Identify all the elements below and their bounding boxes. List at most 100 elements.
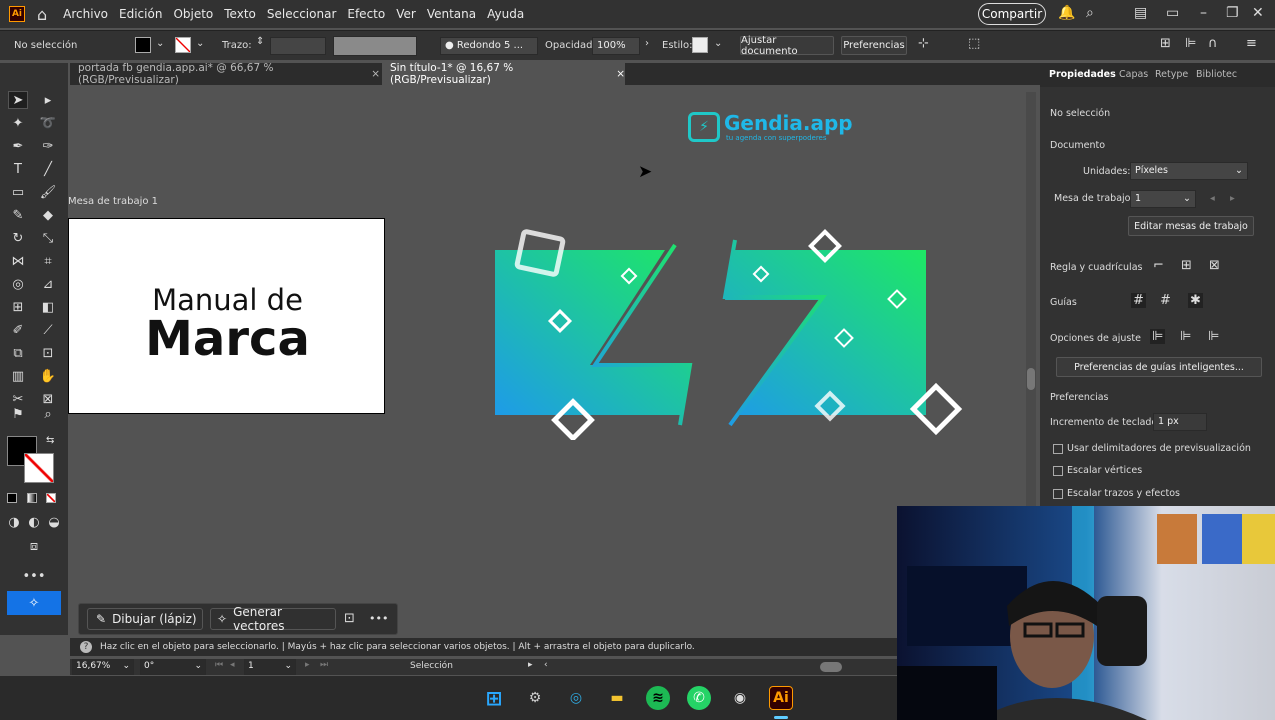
more-tools-icon[interactable]: ••• [23, 567, 46, 585]
chevron-down-icon[interactable]: ⌄ [196, 38, 204, 49]
generate-vectors-button[interactable]: ✧ Generar vectores [210, 605, 336, 633]
edit-artboards-button[interactable]: Editar mesas de trabajo [1128, 216, 1254, 236]
shape-builder-tool-icon[interactable]: ◎ [8, 275, 28, 293]
screen-mode-icon[interactable]: ⧈ [24, 537, 44, 555]
menu-edicion[interactable]: Edición [119, 7, 162, 21]
more-options-icon[interactable]: ••• [369, 612, 388, 625]
tab-sin-titulo[interactable]: Sin título-1* @ 16,67 % (RGB/Previsualiz… [382, 62, 625, 86]
brush-select[interactable]: ● Redondo 5 ... [440, 37, 538, 55]
smart-guides-prefs-button[interactable]: Preferencias de guías inteligentes... [1056, 357, 1262, 377]
bell-icon[interactable]: 🔔 [1058, 5, 1075, 21]
magic-wand-tool-icon[interactable]: ✦ [8, 114, 28, 132]
stroke-color-icon[interactable] [24, 453, 54, 483]
scale-strokes-checkbox[interactable] [1053, 489, 1063, 499]
artboard-nav-field[interactable]: 1 ⌄ [244, 659, 296, 675]
line-tool-icon[interactable]: ╱ [38, 160, 58, 178]
menu-seleccionar[interactable]: Seleccionar [267, 7, 336, 21]
ruler-icon[interactable]: ⌐ [1153, 258, 1164, 273]
first-artboard-icon[interactable]: ⏮ [215, 660, 223, 670]
menu-archivo[interactable]: Archivo [63, 7, 108, 21]
style-swatch[interactable] [692, 37, 708, 53]
stroke-swatch[interactable] [175, 37, 191, 53]
rectangle-tool-icon[interactable]: ▭ [8, 183, 28, 201]
perspective-tool-icon[interactable]: ⊿ [38, 275, 58, 293]
lasso-tool-icon[interactable]: ➰ [38, 114, 58, 132]
fill-swatch[interactable] [135, 37, 151, 53]
image-icon[interactable]: ⊡ [344, 611, 355, 626]
shaper-tool-icon[interactable]: ✎ [8, 206, 28, 224]
menu-objeto[interactable]: Objeto [173, 7, 213, 21]
pathfinder-icon[interactable]: ∩ [1208, 36, 1218, 51]
chevron-down-icon[interactable]: ⌄ [156, 38, 164, 49]
scale-tool-icon[interactable]: ⤡ [38, 229, 58, 247]
opacity-field[interactable]: 100% [592, 37, 640, 55]
search-icon[interactable]: ⌕ [1086, 5, 1094, 21]
restore-icon[interactable]: ❐ [1226, 5, 1239, 21]
curvature-tool-icon[interactable]: ✑ [38, 137, 58, 155]
lock-guides-icon[interactable]: # [1160, 293, 1171, 308]
preview-bounds-checkbox[interactable] [1053, 444, 1063, 454]
zoom-tool-icon[interactable]: ⌕ [38, 405, 58, 423]
keyboard-increment-field[interactable]: 1 px [1153, 413, 1207, 431]
smart-guides-icon[interactable]: ✱ [1188, 293, 1203, 308]
variable-width-profile[interactable] [333, 36, 417, 56]
gradient-artwork[interactable] [490, 225, 970, 440]
whatsapp-icon[interactable]: ✆ [687, 686, 711, 710]
measure-tool-icon[interactable]: ⟋ [38, 321, 58, 339]
menu-ver[interactable]: Ver [396, 7, 416, 21]
transparency-grid-icon[interactable]: ⊠ [1209, 258, 1220, 273]
menu-ventana[interactable]: Ventana [427, 7, 476, 21]
play-icon[interactable]: ▸ [528, 660, 533, 670]
close-icon[interactable]: × [616, 68, 625, 80]
gradient-mode-icon[interactable] [27, 493, 37, 503]
snap-glyph-icon[interactable]: ⊫ [1208, 329, 1219, 344]
selection-tool-icon[interactable]: ➤ [8, 91, 28, 109]
horizontal-scrollbar-thumb[interactable] [820, 662, 842, 672]
pen-tool-icon[interactable]: ✒ [8, 137, 28, 155]
menu-texto[interactable]: Texto [224, 7, 256, 21]
file-explorer-icon[interactable]: ▬ [605, 686, 629, 710]
eraser-tool-icon[interactable]: ◆ [38, 206, 58, 224]
grid-icon[interactable]: ⊞ [1181, 258, 1192, 273]
obs-icon[interactable]: ◉ [728, 686, 752, 710]
generative-ai-icon[interactable]: ✧ [7, 591, 61, 615]
chevron-down-icon[interactable]: ⌄ [714, 38, 722, 49]
blend-tool-icon[interactable]: ⧉ [8, 344, 28, 362]
units-select[interactable]: Píxeles ⌄ [1130, 162, 1248, 180]
close-icon[interactable]: × [371, 68, 380, 80]
rotate-tool-icon[interactable]: ↻ [8, 229, 28, 247]
tab-layers[interactable]: Capas [1119, 69, 1148, 80]
export-icon[interactable]: ⬚ [968, 36, 980, 51]
stroke-width-field[interactable] [270, 37, 326, 55]
chevron-right-icon[interactable]: › [645, 38, 649, 49]
menu-efecto[interactable]: Efecto [347, 7, 385, 21]
none-mode-icon[interactable] [46, 493, 56, 503]
rotation-field[interactable]: 0° ⌄ [140, 659, 206, 675]
draw-behind-icon[interactable]: ◐ [24, 513, 44, 531]
settings-gear-icon[interactable]: ⚙ [523, 686, 547, 710]
workspace-icon[interactable]: ▤ [1134, 5, 1147, 21]
mesh-tool-icon[interactable]: ⊞ [8, 298, 28, 316]
graph-tool-icon[interactable]: ▥ [8, 367, 28, 385]
width-tool-icon[interactable]: ⋈ [8, 252, 28, 270]
free-transform-tool-icon[interactable]: ⌗ [38, 252, 58, 270]
windows-start-icon[interactable]: ⊞ [482, 686, 506, 710]
puppet-warp-icon[interactable]: ⚑ [8, 405, 28, 423]
tab-portada[interactable]: portada fb gendia.app.ai* @ 66,67 % (RGB… [70, 62, 380, 86]
window-tile-icon[interactable]: ▭ [1166, 5, 1179, 21]
gradient-tool-icon[interactable]: ◧ [38, 298, 58, 316]
edge-browser-icon[interactable]: ◎ [564, 686, 588, 710]
menu-ayuda[interactable]: Ayuda [487, 7, 524, 21]
draw-inside-icon[interactable]: ◒ [44, 513, 64, 531]
snap-point-icon[interactable]: ⊫ [1150, 329, 1166, 344]
stepper-icon[interactable]: ⇕ [256, 36, 264, 47]
scroll-left-icon[interactable]: ‹ [544, 660, 548, 670]
close-icon[interactable]: ✕ [1252, 5, 1264, 21]
scale-corners-checkbox[interactable] [1053, 466, 1063, 476]
distribute-icon[interactable]: ⊫ [1185, 36, 1196, 51]
symbol-sprayer-tool-icon[interactable]: ⊡ [38, 344, 58, 362]
next-artboard-icon[interactable]: ▸ [305, 660, 310, 670]
swap-colors-icon[interactable]: ⇆ [46, 435, 54, 446]
illustrator-taskbar-icon[interactable]: Ai [769, 686, 793, 710]
artboard-select[interactable]: 1 ⌄ [1130, 190, 1196, 208]
